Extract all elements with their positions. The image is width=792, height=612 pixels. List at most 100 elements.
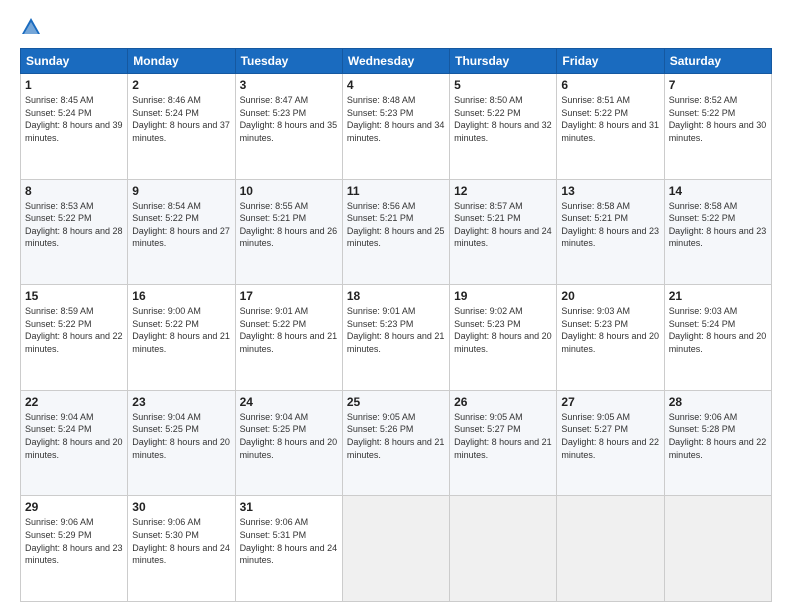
calendar-cell: 17 Sunrise: 9:01 AMSunset: 5:22 PMDayligh… [235, 285, 342, 391]
calendar-day-header-thursday: Thursday [450, 49, 557, 74]
day-number: 15 [25, 289, 123, 303]
calendar-table: SundayMondayTuesdayWednesdayThursdayFrid… [20, 48, 772, 602]
day-number: 26 [454, 395, 552, 409]
calendar-cell: 8Sunrise: 8:53 AMSunset: 5:22 PMDaylight… [21, 179, 128, 285]
day-info: Sunrise: 9:00 AMSunset: 5:22 PMDaylight:… [132, 305, 230, 355]
calendar-cell: 9Sunrise: 8:54 AMSunset: 5:22 PMDaylight… [128, 179, 235, 285]
day-info: Sunrise: 8:58 AMSunset: 5:21 PMDaylight:… [561, 200, 659, 250]
day-info: Sunrise: 8:47 AMSunset: 5:23 PMDaylight:… [240, 94, 338, 144]
calendar-day-header-monday: Monday [128, 49, 235, 74]
day-info: Sunrise: 8:45 AMSunset: 5:24 PMDaylight:… [25, 94, 123, 144]
day-info: Sunrise: 9:01 AMSunset: 5:23 PMDaylight:… [347, 305, 445, 355]
calendar-cell: 25 Sunrise: 9:05 AMSunset: 5:26 PMDayligh… [342, 390, 449, 496]
day-info: Sunrise: 9:05 AMSunset: 5:27 PMDaylight:… [454, 411, 552, 461]
calendar-cell: 6Sunrise: 8:51 AMSunset: 5:22 PMDaylight… [557, 74, 664, 180]
calendar-cell: 7 Sunrise: 8:52 AMSunset: 5:22 PMDaylight… [664, 74, 771, 180]
day-number: 17 [240, 289, 338, 303]
calendar-row-1: 1 Sunrise: 8:45 AMSunset: 5:24 PMDaylight… [21, 74, 772, 180]
calendar-row-2: 8Sunrise: 8:53 AMSunset: 5:22 PMDaylight… [21, 179, 772, 285]
day-number: 25 [347, 395, 445, 409]
day-info: Sunrise: 8:50 AMSunset: 5:22 PMDaylight:… [454, 94, 552, 144]
day-info: Sunrise: 8:48 AMSunset: 5:23 PMDaylight:… [347, 94, 445, 144]
calendar-cell: 13 Sunrise: 8:58 AMSunset: 5:21 PMDayligh… [557, 179, 664, 285]
day-info: Sunrise: 9:01 AMSunset: 5:22 PMDaylight:… [240, 305, 338, 355]
logo-icon [20, 16, 42, 38]
calendar-day-header-friday: Friday [557, 49, 664, 74]
day-info: Sunrise: 8:53 AMSunset: 5:22 PMDaylight:… [25, 200, 123, 250]
day-number: 14 [669, 184, 767, 198]
day-info: Sunrise: 9:05 AMSunset: 5:26 PMDaylight:… [347, 411, 445, 461]
header [20, 16, 772, 38]
day-number: 27 [561, 395, 659, 409]
calendar-cell: 28 Sunrise: 9:06 AMSunset: 5:28 PMDayligh… [664, 390, 771, 496]
calendar-cell: 10 Sunrise: 8:55 AMSunset: 5:21 PMDayligh… [235, 179, 342, 285]
day-info: Sunrise: 9:06 AMSunset: 5:30 PMDaylight:… [132, 516, 230, 566]
day-number: 10 [240, 184, 338, 198]
day-number: 16 [132, 289, 230, 303]
day-number: 24 [240, 395, 338, 409]
day-info: Sunrise: 9:04 AMSunset: 5:25 PMDaylight:… [132, 411, 230, 461]
day-number: 7 [669, 78, 767, 92]
calendar-row-4: 22 Sunrise: 9:04 AMSunset: 5:24 PMDayligh… [21, 390, 772, 496]
calendar-body: 1 Sunrise: 8:45 AMSunset: 5:24 PMDaylight… [21, 74, 772, 602]
day-info: Sunrise: 9:06 AMSunset: 5:31 PMDaylight:… [240, 516, 338, 566]
day-info: Sunrise: 9:05 AMSunset: 5:27 PMDaylight:… [561, 411, 659, 461]
calendar-cell [450, 496, 557, 602]
calendar-cell: 15 Sunrise: 8:59 AMSunset: 5:22 PMDayligh… [21, 285, 128, 391]
day-info: Sunrise: 9:03 AMSunset: 5:24 PMDaylight:… [669, 305, 767, 355]
day-info: Sunrise: 9:04 AMSunset: 5:25 PMDaylight:… [240, 411, 338, 461]
day-number: 9 [132, 184, 230, 198]
day-info: Sunrise: 9:02 AMSunset: 5:23 PMDaylight:… [454, 305, 552, 355]
calendar-day-header-sunday: Sunday [21, 49, 128, 74]
calendar-cell: 1 Sunrise: 8:45 AMSunset: 5:24 PMDaylight… [21, 74, 128, 180]
calendar-cell: 12Sunrise: 8:57 AMSunset: 5:21 PMDayligh… [450, 179, 557, 285]
day-number: 11 [347, 184, 445, 198]
calendar-row-3: 15 Sunrise: 8:59 AMSunset: 5:22 PMDayligh… [21, 285, 772, 391]
day-info: Sunrise: 9:06 AMSunset: 5:29 PMDaylight:… [25, 516, 123, 566]
day-info: Sunrise: 8:46 AMSunset: 5:24 PMDaylight:… [132, 94, 230, 144]
day-number: 5 [454, 78, 552, 92]
calendar-cell: 29 Sunrise: 9:06 AMSunset: 5:29 PMDayligh… [21, 496, 128, 602]
day-number: 2 [132, 78, 230, 92]
calendar-cell: 31 Sunrise: 9:06 AMSunset: 5:31 PMDayligh… [235, 496, 342, 602]
calendar-cell: 5 Sunrise: 8:50 AMSunset: 5:22 PMDaylight… [450, 74, 557, 180]
day-number: 19 [454, 289, 552, 303]
calendar-cell: 24 Sunrise: 9:04 AMSunset: 5:25 PMDayligh… [235, 390, 342, 496]
day-info: Sunrise: 8:52 AMSunset: 5:22 PMDaylight:… [669, 94, 767, 144]
logo [20, 16, 48, 38]
day-number: 28 [669, 395, 767, 409]
day-info: Sunrise: 9:06 AMSunset: 5:28 PMDaylight:… [669, 411, 767, 461]
calendar-cell [664, 496, 771, 602]
day-info: Sunrise: 8:55 AMSunset: 5:21 PMDaylight:… [240, 200, 338, 250]
day-number: 13 [561, 184, 659, 198]
calendar-cell: 20 Sunrise: 9:03 AMSunset: 5:23 PMDayligh… [557, 285, 664, 391]
calendar-cell: 16 Sunrise: 9:00 AMSunset: 5:22 PMDayligh… [128, 285, 235, 391]
calendar-cell: 23 Sunrise: 9:04 AMSunset: 5:25 PMDayligh… [128, 390, 235, 496]
calendar-cell: 2 Sunrise: 8:46 AMSunset: 5:24 PMDaylight… [128, 74, 235, 180]
day-number: 23 [132, 395, 230, 409]
day-info: Sunrise: 8:51 AMSunset: 5:22 PMDaylight:… [561, 94, 659, 144]
day-number: 21 [669, 289, 767, 303]
day-number: 3 [240, 78, 338, 92]
calendar-cell: 19 Sunrise: 9:02 AMSunset: 5:23 PMDayligh… [450, 285, 557, 391]
day-number: 18 [347, 289, 445, 303]
day-number: 22 [25, 395, 123, 409]
calendar-cell: 14Sunrise: 8:58 AMSunset: 5:22 PMDayligh… [664, 179, 771, 285]
day-number: 20 [561, 289, 659, 303]
day-number: 4 [347, 78, 445, 92]
calendar-day-header-tuesday: Tuesday [235, 49, 342, 74]
calendar-cell: 26 Sunrise: 9:05 AMSunset: 5:27 PMDayligh… [450, 390, 557, 496]
calendar-cell: 30Sunrise: 9:06 AMSunset: 5:30 PMDayligh… [128, 496, 235, 602]
day-number: 31 [240, 500, 338, 514]
day-number: 29 [25, 500, 123, 514]
calendar-day-header-saturday: Saturday [664, 49, 771, 74]
calendar-cell: 11Sunrise: 8:56 AMSunset: 5:21 PMDayligh… [342, 179, 449, 285]
day-info: Sunrise: 9:03 AMSunset: 5:23 PMDaylight:… [561, 305, 659, 355]
day-info: Sunrise: 8:59 AMSunset: 5:22 PMDaylight:… [25, 305, 123, 355]
calendar-cell [342, 496, 449, 602]
calendar-cell: 3 Sunrise: 8:47 AMSunset: 5:23 PMDaylight… [235, 74, 342, 180]
calendar-day-header-wednesday: Wednesday [342, 49, 449, 74]
day-info: Sunrise: 9:04 AMSunset: 5:24 PMDaylight:… [25, 411, 123, 461]
day-number: 1 [25, 78, 123, 92]
calendar-header-row: SundayMondayTuesdayWednesdayThursdayFrid… [21, 49, 772, 74]
